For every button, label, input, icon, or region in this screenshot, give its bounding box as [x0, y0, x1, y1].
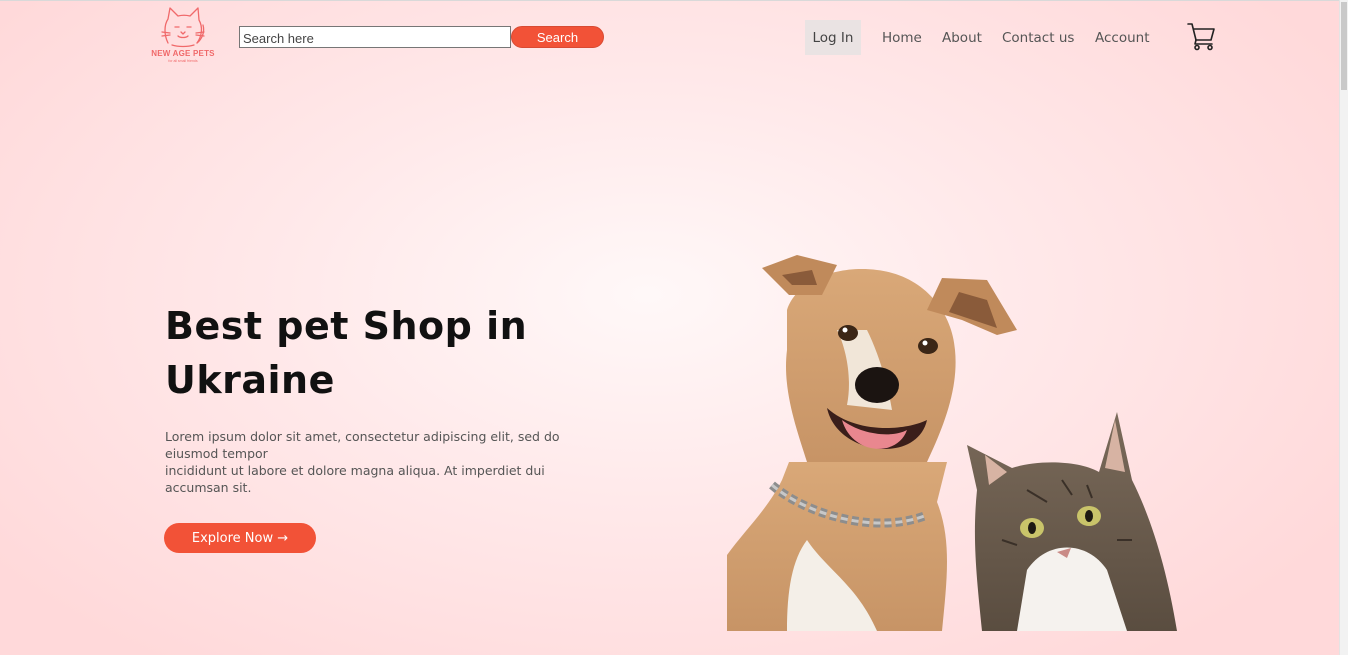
nav-about-link[interactable]: About	[942, 20, 982, 55]
hero-description-line1: Lorem ipsum dolor sit amet, consectetur …	[165, 429, 560, 461]
cat-illustration	[967, 412, 1177, 631]
brand-tagline: for all small friends	[168, 59, 198, 63]
hero-description-line2: incididunt ut labore et dolore magna ali…	[165, 463, 545, 495]
shopping-cart-icon	[1187, 23, 1215, 51]
nav-contact-link[interactable]: Contact us	[1002, 20, 1074, 55]
brand-logo[interactable]: NEW AGE PETS for all small friends	[142, 5, 224, 67]
hero-title: Best pet Shop in Ukraine	[165, 304, 528, 402]
login-button[interactable]: Log In	[805, 20, 861, 55]
nav-home-link[interactable]: Home	[882, 20, 922, 55]
page-scrollbar[interactable]	[1339, 0, 1348, 655]
hero-pets-image	[727, 240, 1177, 631]
dog-illustration	[727, 255, 1017, 631]
cart-button[interactable]	[1186, 21, 1216, 51]
nav-account-link[interactable]: Account	[1095, 20, 1150, 55]
cat-logo-icon	[161, 7, 205, 48]
search-input[interactable]	[239, 26, 511, 48]
search-button[interactable]: Search	[511, 26, 604, 48]
brand-name: NEW AGE PETS	[151, 49, 215, 58]
explore-now-button[interactable]: Explore Now →	[164, 523, 316, 553]
page-top-border	[0, 0, 1348, 1]
hero-description: Lorem ipsum dolor sit amet, consectetur …	[165, 428, 605, 496]
scrollbar-thumb[interactable]	[1341, 2, 1347, 90]
